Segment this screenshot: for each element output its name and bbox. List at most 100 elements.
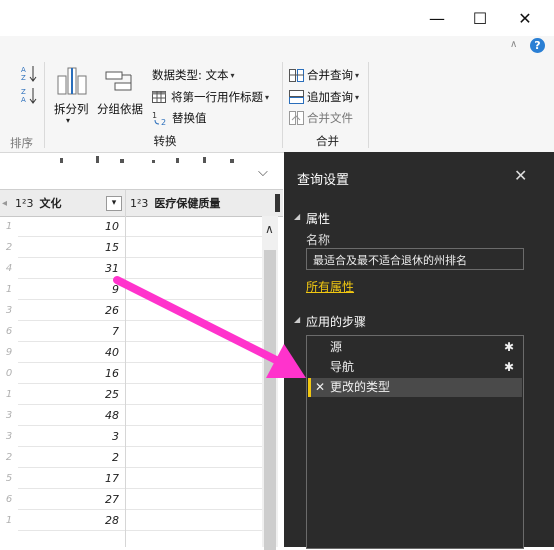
collapse-triangle-icon[interactable]: ◢ [294, 315, 300, 324]
applied-steps-list: 源 ✱ 导航 ✱ ✕ 更改的类型 [306, 335, 524, 549]
column-header-culture[interactable]: ◂ 1²3 文化 ▾ [0, 190, 126, 216]
row-number: 3 [5, 410, 13, 421]
culture-cell[interactable]: 25 [18, 384, 125, 405]
scroll-up-icon[interactable]: ∧ [265, 222, 274, 236]
svg-text:A: A [21, 66, 26, 74]
step-source[interactable]: 源 ✱ [308, 338, 522, 357]
first-row-header-label: 将第一行用作标题 [171, 90, 263, 104]
column-type-number-icon[interactable]: 1²3 [130, 197, 148, 210]
healthcare-cell[interactable] [126, 237, 262, 258]
column-type-number-icon[interactable]: 1²3 [15, 197, 33, 210]
culture-cell[interactable]: 40 [18, 342, 125, 363]
step-navigation[interactable]: 导航 ✱ [308, 358, 522, 377]
sort-ascending-button[interactable]: A Z [20, 64, 40, 87]
help-button[interactable]: ? [530, 38, 545, 53]
step-label: 源 [330, 340, 343, 354]
maximize-button[interactable]: ☐ [463, 4, 497, 32]
culture-cell[interactable]: 48 [18, 405, 125, 426]
healthcare-cell[interactable] [126, 363, 262, 384]
sort-group-label: 排序 [10, 136, 33, 150]
culture-cell[interactable]: 27 [18, 489, 125, 510]
healthcare-cell[interactable] [126, 447, 262, 468]
culture-cell[interactable]: 17 [18, 468, 125, 489]
healthcare-cell[interactable] [126, 489, 262, 510]
culture-cell[interactable]: 7 [18, 321, 125, 342]
ribbon-separator [44, 62, 45, 148]
healthcare-cell[interactable] [126, 258, 262, 279]
selected-step-indicator [308, 378, 311, 397]
culture-cell[interactable]: 16 [18, 363, 125, 384]
column-resize-handle[interactable] [275, 194, 280, 212]
use-first-row-as-headers-button[interactable]: 将第一行用作标题 ▾ [152, 88, 269, 106]
replace-values-button[interactable]: 1 2 替换值 [152, 109, 207, 127]
append-queries-dropdown[interactable]: 追加查询 ▾ [289, 88, 359, 106]
formula-bar[interactable]: ⌵ [0, 153, 283, 190]
row-number: 1 [5, 221, 13, 232]
healthcare-cell[interactable] [126, 426, 262, 447]
healthcare-cell[interactable] [126, 300, 262, 321]
help-icon: ? [534, 39, 541, 52]
row-number: 9 [5, 347, 13, 358]
combine-files-label: 合并文件 [307, 111, 353, 125]
chevron-down-icon: ▾ [265, 92, 270, 102]
grid-rows: 1 10 2 15 4 31 1 9 3 26 6 7 9 40 0 16 1 25 3 48 3 3 2 2 5 17 6 27 1 2… [0, 216, 262, 547]
culture-cell[interactable]: 3 [18, 426, 125, 447]
row-number: 1 [5, 515, 13, 526]
culture-cell[interactable]: 28 [18, 510, 125, 531]
combine-files-button[interactable]: 合并文件 [289, 109, 353, 127]
close-window-button[interactable]: ✕ [508, 4, 542, 32]
row-number: 2 [5, 242, 13, 253]
sort-descending-icon: Z A [21, 88, 37, 104]
close-icon: ✕ [514, 166, 528, 185]
query-name-input[interactable]: 最适合及最不适合退休的州排名 [306, 248, 524, 270]
group-by-button[interactable]: 分组依据 [95, 66, 145, 116]
transform-group-label: 转换 [153, 134, 177, 148]
svg-text:Z: Z [21, 88, 26, 96]
row-number: 0 [5, 368, 13, 379]
column-name: 医疗保健质量 [154, 197, 221, 210]
collapse-ribbon-icon[interactable]: ∧ [510, 39, 517, 50]
healthcare-cell[interactable] [126, 216, 262, 237]
merge-queries-dropdown[interactable]: 合并查询 ▾ [289, 66, 359, 84]
data-type-label: 数据类型: 文本 [152, 68, 229, 82]
gear-icon[interactable]: ✱ [504, 358, 514, 377]
split-column-button[interactable]: 拆分列 ▾ [50, 66, 92, 128]
scrollbar-thumb[interactable] [264, 250, 276, 550]
healthcare-cell[interactable] [126, 279, 262, 300]
append-queries-label: 追加查询 [307, 90, 353, 104]
query-settings-title: 查询设置 [297, 173, 350, 188]
close-icon: ✕ [518, 8, 532, 28]
step-changed-type[interactable]: ✕ 更改的类型 [308, 378, 522, 397]
culture-cell[interactable]: 2 [18, 447, 125, 468]
delete-step-icon[interactable]: ✕ [315, 378, 325, 397]
column-header-healthcare[interactable]: 1²3 医疗保健质量 [126, 190, 276, 216]
split-column-label: 拆分列 [54, 102, 89, 116]
culture-cell[interactable]: 15 [18, 237, 125, 258]
culture-cell[interactable]: 9 [18, 279, 125, 300]
healthcare-cell[interactable] [126, 405, 262, 426]
row-number: 6 [5, 494, 13, 505]
culture-cell[interactable]: 31 [18, 258, 125, 279]
culture-cell[interactable]: 10 [18, 216, 125, 237]
culture-cell[interactable]: 26 [18, 300, 125, 321]
filter-dropdown-icon[interactable]: ▾ [106, 196, 122, 211]
applied-steps-title: 应用的步骤 [306, 315, 367, 329]
gear-icon[interactable]: ✱ [504, 338, 514, 357]
merge-queries-icon [289, 68, 304, 82]
collapse-triangle-icon[interactable]: ◢ [294, 212, 300, 221]
minimize-button[interactable]: — [420, 4, 454, 32]
healthcare-cell[interactable] [126, 342, 262, 363]
sort-descending-button[interactable]: Z A [20, 86, 40, 109]
close-pane-button[interactable]: ✕ [514, 166, 527, 185]
vertical-scrollbar[interactable]: ∧ [262, 216, 278, 550]
healthcare-cell[interactable] [126, 321, 262, 342]
svg-text:2: 2 [161, 118, 166, 126]
all-properties-link[interactable]: 所有属性 [306, 278, 354, 295]
expand-formula-chevron-icon[interactable]: ⌵ [258, 165, 268, 180]
healthcare-cell[interactable] [126, 510, 262, 531]
merge-queries-label: 合并查询 [307, 68, 353, 82]
healthcare-cell[interactable] [126, 468, 262, 489]
split-column-icon [57, 67, 87, 95]
healthcare-cell[interactable] [126, 384, 262, 405]
data-type-dropdown[interactable]: 数据类型: 文本 ▾ [152, 66, 235, 84]
